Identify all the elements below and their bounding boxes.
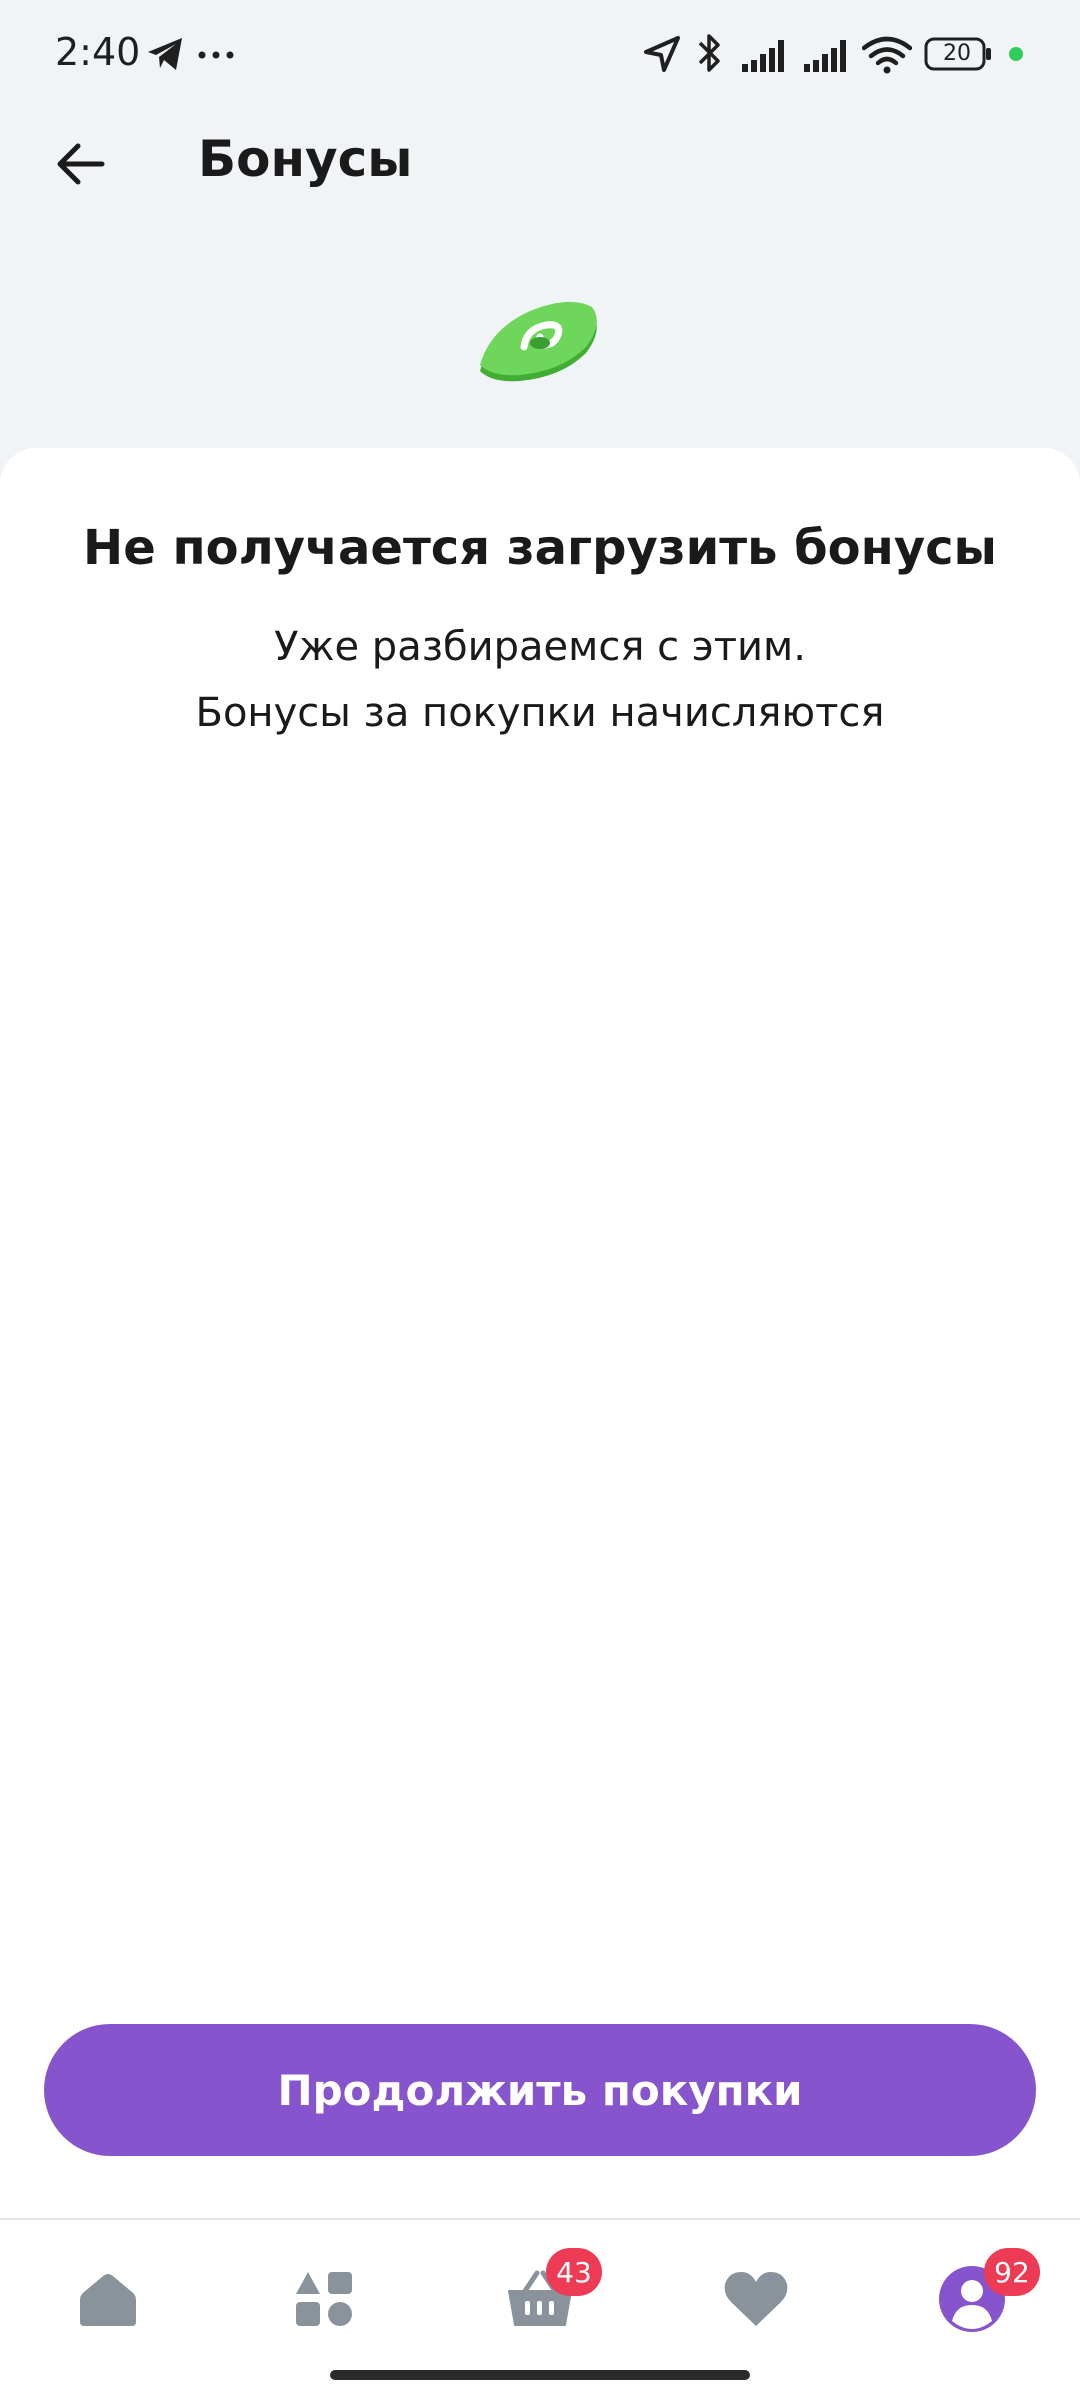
more-dots-icon	[198, 51, 234, 59]
signal-icon	[742, 40, 784, 72]
location-arrow-icon	[644, 36, 680, 72]
error-title: Не получается загрузить бонусы	[83, 520, 997, 576]
arrow-left-icon	[57, 143, 105, 185]
battery-level: 20	[943, 41, 971, 66]
error-message-line-2: Бонусы за покупки начисляются	[195, 690, 885, 736]
page-title: Бонусы	[198, 130, 413, 188]
content-card: Не получается загрузить бонусы Уже разби…	[0, 448, 1080, 2218]
nav-profile[interactable]: 92	[912, 2244, 1040, 2354]
home-icon	[80, 2274, 136, 2326]
bluetooth-icon	[698, 34, 720, 72]
nav-favorites[interactable]	[696, 2244, 816, 2354]
home-indicator	[330, 2370, 750, 2380]
bonus-coin-icon	[480, 301, 597, 382]
app-header: Бонусы	[0, 110, 1080, 220]
status-bar: 2:40 20	[0, 0, 1080, 110]
continue-shopping-button[interactable]: Продолжить покупки	[44, 2024, 1036, 2156]
profile-badge: 92	[984, 2248, 1040, 2296]
back-button[interactable]	[40, 124, 120, 204]
error-message-line-1: Уже разбираемся с этим.	[274, 624, 806, 670]
nav-home[interactable]	[48, 2244, 168, 2354]
cart-badge: 43	[546, 2248, 602, 2296]
wifi-icon	[862, 36, 912, 74]
telegram-icon	[148, 38, 182, 70]
nav-catalog[interactable]	[264, 2244, 384, 2354]
green-dot-icon	[1009, 47, 1023, 61]
catalog-icon	[296, 2272, 352, 2326]
signal-icon-2	[804, 40, 846, 72]
heart-icon	[724, 2272, 788, 2326]
status-time: 2:40	[55, 30, 141, 74]
nav-cart[interactable]: 43	[480, 2244, 602, 2354]
